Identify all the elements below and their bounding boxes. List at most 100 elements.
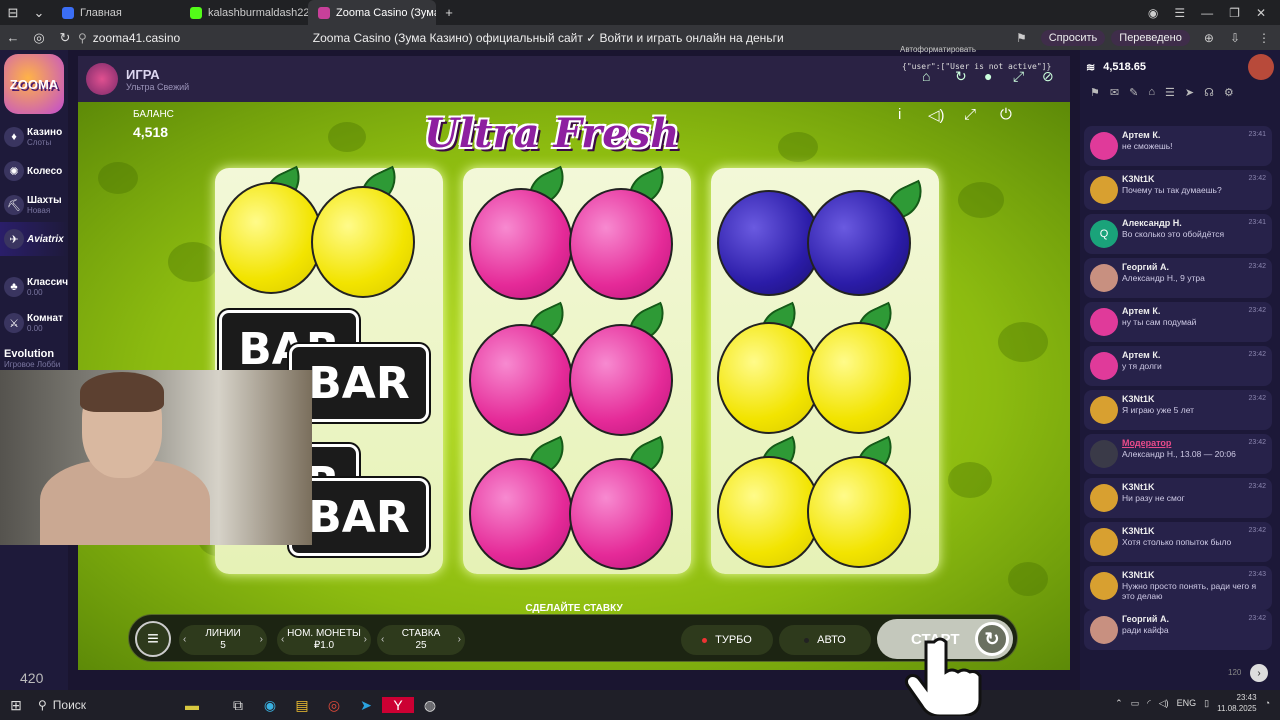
home-icon[interactable]: ⌂ xyxy=(922,68,930,84)
flag-icon[interactable]: ⚑ xyxy=(1090,86,1100,99)
chat-username[interactable]: K3Nt1K xyxy=(1122,482,1266,493)
browser-menu-icon[interactable]: ⊟ xyxy=(0,5,26,21)
chat-username[interactable]: K3Nt1K xyxy=(1122,570,1266,581)
increase-icon[interactable]: › xyxy=(458,634,461,646)
wifi-icon[interactable]: ◜ xyxy=(1147,698,1151,709)
chrome-icon[interactable]: ◎ xyxy=(318,697,350,714)
chat-avatar[interactable] xyxy=(1090,308,1118,336)
chat-username[interactable]: Георгий А. xyxy=(1122,262,1266,273)
bookmark-icon[interactable]: ⚑ xyxy=(1016,31,1027,45)
increase-icon[interactable]: › xyxy=(260,634,263,646)
maximize-icon[interactable]: ❐ xyxy=(1229,6,1240,20)
sidebar-item-rooms[interactable]: ⚔ Комнат 0.00 xyxy=(0,306,68,340)
chat-avatar[interactable] xyxy=(1090,176,1118,204)
chat-avatar[interactable] xyxy=(1090,616,1118,644)
clock[interactable]: 23:43 11.08.2025 xyxy=(1217,692,1256,714)
gift-icon[interactable]: ⌂ xyxy=(1148,86,1155,98)
sidebar-item-classic[interactable]: ♣ Классич 0.00 xyxy=(0,270,68,304)
sound-icon[interactable]: ◁) xyxy=(928,106,945,124)
spin-icon[interactable]: ↻ xyxy=(975,622,1009,656)
telegram-icon[interactable]: ➤ xyxy=(350,697,382,714)
autoformat-label[interactable]: Автоформатировать xyxy=(900,45,976,54)
task-view-icon[interactable]: ⧉ xyxy=(222,697,254,714)
chat-username[interactable]: Артем К. xyxy=(1122,350,1266,361)
info-icon[interactable]: i xyxy=(898,106,901,123)
back-icon[interactable]: ← xyxy=(0,30,26,45)
language-indicator[interactable]: ENG xyxy=(1177,698,1197,708)
bet-stepper[interactable]: ‹ СТАВКА 25 › xyxy=(377,625,465,655)
yandex-icon[interactable]: Y xyxy=(382,697,414,713)
explorer-icon[interactable]: ▤ xyxy=(286,697,318,714)
notifications-icon[interactable]: ☰ xyxy=(1174,6,1185,20)
url-field[interactable]: zooma41.casino xyxy=(93,31,313,45)
tab-zooma[interactable]: Zooma Casino (Зума Ка✕ xyxy=(308,0,436,25)
chat-avatar[interactable] xyxy=(1090,484,1118,512)
game-thumbnail-icon[interactable]: ▬ xyxy=(162,697,222,713)
tab-home[interactable]: Главная xyxy=(52,0,180,25)
decrease-icon[interactable]: ‹ xyxy=(183,634,186,646)
list-icon[interactable]: ☰ xyxy=(1165,86,1175,99)
record-icon[interactable]: ● xyxy=(984,68,992,84)
chat-scroll-button[interactable]: › xyxy=(1250,664,1268,682)
volume-icon[interactable]: ◁) xyxy=(1159,698,1169,709)
chat-avatar[interactable] xyxy=(1090,352,1118,380)
turbo-button[interactable]: ТУРБО xyxy=(681,625,773,655)
chat-avatar[interactable] xyxy=(1090,440,1118,468)
battery-icon[interactable]: ▯ xyxy=(1204,698,1209,709)
expand-icon[interactable]: ⤢ xyxy=(964,106,976,123)
site-logo[interactable]: ZOOMA xyxy=(4,54,64,114)
refresh-icon[interactable]: ↻ xyxy=(955,68,967,85)
more-icon[interactable]: ⋮ xyxy=(1258,31,1270,45)
sidebar-item-aviatrix[interactable]: ✈ Aviatrix xyxy=(0,222,68,256)
chat-username[interactable]: K3Nt1K xyxy=(1122,174,1266,185)
sidebar-item-wheel[interactable]: ✺ Колесо xyxy=(0,154,68,188)
tab-kick[interactable]: kalashburmaldash228 Str xyxy=(180,0,308,25)
site-info-icon[interactable]: ⚲ xyxy=(78,31,87,45)
notification-bell-icon[interactable]: ◔ xyxy=(1265,698,1270,708)
chat-username[interactable]: Александр Н. xyxy=(1122,218,1266,229)
ask-button[interactable]: Спросить xyxy=(1040,29,1106,46)
lines-stepper[interactable]: ‹ ЛИНИИ 5 › xyxy=(179,625,267,655)
obs-icon[interactable]: ◍ xyxy=(414,697,446,714)
network-icon[interactable]: ▭ xyxy=(1131,698,1140,709)
chat-username[interactable]: K3Nt1K xyxy=(1122,526,1266,537)
taskbar-search[interactable]: ⚲ Поиск xyxy=(32,690,162,720)
increase-icon[interactable]: › xyxy=(364,634,367,646)
start-button[interactable]: СТАРТ ↻ xyxy=(877,619,1013,659)
settings-icon[interactable]: ⚙ xyxy=(1224,86,1234,99)
user-avatar[interactable] xyxy=(1248,54,1274,80)
coin-value-stepper[interactable]: ‹ НОМ. МОНЕТЫ ₽1.0 › xyxy=(277,625,371,655)
extensions-icon[interactable]: ⊕ xyxy=(1204,31,1214,45)
windows-start-icon[interactable]: ⊞ xyxy=(0,697,32,714)
telegram-icon[interactable]: ➤ xyxy=(1185,86,1194,99)
sidebar-item-mines[interactable]: ⛏ Шахты Новая xyxy=(0,188,68,222)
power-icon[interactable]: ⏻ xyxy=(1000,106,1012,123)
sidebar-item-casino[interactable]: ♦ Казино Слоты xyxy=(0,120,68,154)
shield-icon[interactable]: ◎ xyxy=(26,30,52,46)
tab-list-chevron-icon[interactable]: ⌄ xyxy=(26,5,52,21)
reload-icon[interactable]: ↻ xyxy=(52,30,78,46)
fullscreen-icon[interactable]: ⤢ xyxy=(1013,68,1024,85)
translated-button[interactable]: Переведено xyxy=(1111,29,1190,46)
chat-username[interactable]: Георгий А. xyxy=(1122,614,1266,625)
chat-username[interactable]: Модератор xyxy=(1122,438,1266,449)
profile-icon[interactable]: ◉ xyxy=(1148,6,1158,20)
hide-icon[interactable]: ⊘ xyxy=(1042,68,1054,85)
support-icon[interactable]: ☊ xyxy=(1204,86,1214,99)
chat-avatar[interactable]: Q xyxy=(1090,220,1118,248)
chat-username[interactable]: K3Nt1K xyxy=(1122,394,1266,405)
chat-avatar[interactable] xyxy=(1090,572,1118,600)
window-close-icon[interactable]: ✕ xyxy=(1256,6,1266,20)
chat-avatar[interactable] xyxy=(1090,132,1118,160)
chat-avatar[interactable] xyxy=(1090,264,1118,292)
auto-button[interactable]: АВТО xyxy=(779,625,871,655)
minimize-icon[interactable]: — xyxy=(1201,6,1213,20)
new-tab-button[interactable]: + xyxy=(436,5,462,20)
tray-chevron-icon[interactable]: ⌃ xyxy=(1115,698,1123,709)
chat-username[interactable]: Артем К. xyxy=(1122,306,1266,317)
decrease-icon[interactable]: ‹ xyxy=(381,634,384,646)
chat-icon[interactable]: ✉ xyxy=(1110,86,1119,99)
chat-avatar[interactable] xyxy=(1090,528,1118,556)
chat-avatar[interactable] xyxy=(1090,396,1118,424)
edge-icon[interactable]: ◉ xyxy=(254,697,286,714)
